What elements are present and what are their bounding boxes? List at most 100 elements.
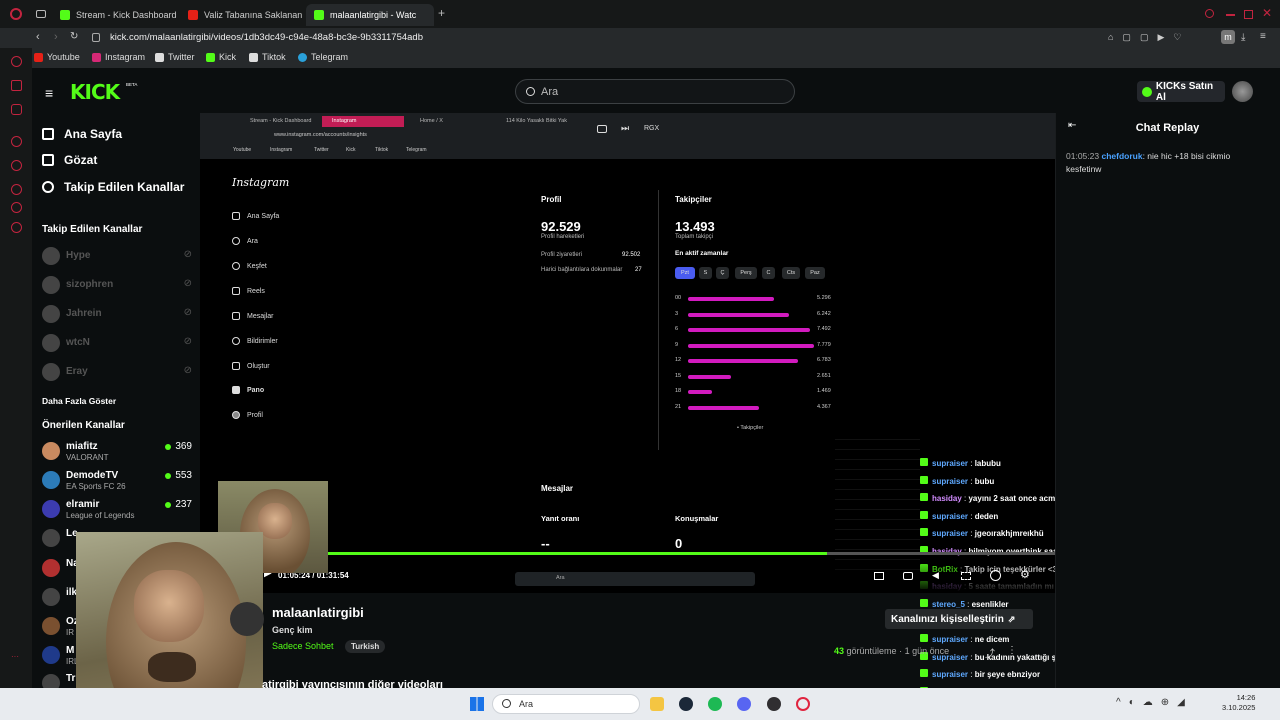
chat-collapse-icon[interactable]: ⇤	[1068, 120, 1076, 131]
bookmark-telegram[interactable]: Telegram	[298, 52, 348, 62]
ig-nav-notifications: Bildirimler	[232, 337, 278, 345]
kicks-buy-button[interactable]: KICKs Satın Al	[1137, 81, 1225, 103]
back-icon[interactable]: ‹	[36, 31, 40, 43]
discord-icon[interactable]	[737, 697, 751, 711]
hour-value-label: 7.779	[817, 341, 831, 348]
messenger-icon[interactable]	[11, 80, 22, 91]
volume-icon[interactable]: ◀	[932, 570, 939, 581]
followed-channel-sizophren[interactable]: sizophren ⊘	[42, 273, 192, 297]
more-sidebar-icon[interactable]: ···	[11, 652, 22, 663]
nav-home[interactable]: Ana Sayfa	[42, 127, 122, 141]
history-icon[interactable]	[11, 160, 22, 171]
hour-bar	[688, 297, 775, 301]
bookmark-twitter[interactable]: Twitter	[155, 52, 195, 62]
forward-icon[interactable]: ›	[54, 31, 58, 43]
youtube-icon	[34, 52, 43, 62]
player-icon[interactable]	[11, 136, 22, 147]
search-input[interactable]: Ara	[515, 79, 795, 104]
overlay-chat-message: supraiser : deden	[920, 510, 998, 521]
pip-icon[interactable]	[597, 125, 607, 133]
monkey-face	[134, 570, 204, 642]
tab-kick-dashboard[interactable]: Stream - Kick Dashboard	[52, 4, 180, 26]
followed-channel-hype[interactable]: Hype ⊘	[42, 244, 192, 268]
show-more-link[interactable]: Daha Fazla Göster	[42, 396, 116, 406]
profile-avatar-icon[interactable]: m	[1221, 30, 1235, 44]
streamer-name[interactable]: malaanlatirgibi	[272, 605, 364, 620]
settings-gear-icon[interactable]: ⚙	[1020, 568, 1030, 581]
viewer-number: 553	[175, 470, 192, 481]
tab-kick-watch[interactable]: malaanlatirgibi - Watc	[306, 4, 434, 26]
followed-channel-wtcn[interactable]: wtcN ⊘	[42, 331, 192, 355]
downloads-icon[interactable]: ⤓	[1241, 32, 1245, 43]
kicks-coin-icon	[1142, 86, 1152, 97]
taskbar-clock[interactable]: 14:26 3.10.2025	[1222, 693, 1255, 713]
more-options-icon[interactable]: ⋮	[1007, 645, 1017, 656]
windows-start-icon[interactable]	[470, 697, 484, 711]
inner-tab: 114 Kilo Yasaklı Bitki Yak	[506, 118, 567, 124]
theater-mode-icon[interactable]	[874, 572, 884, 580]
customize-channel-button[interactable]: Kanalınızı kişiselleştirin ⇗	[885, 609, 1033, 629]
chat-header: Chat Replay	[1055, 113, 1280, 143]
viewer-number: 369	[175, 441, 192, 452]
followed-channel-eray[interactable]: Eray ⊘	[42, 360, 192, 384]
ig-nav-home: Ana Sayfa	[232, 212, 279, 220]
close-window-button[interactable]: ✕	[1262, 6, 1272, 20]
obs-icon[interactable]	[767, 697, 781, 711]
hamburger-menu-icon[interactable]: ≡	[45, 85, 53, 101]
spotify-icon[interactable]	[708, 697, 722, 711]
live-dot-icon	[165, 443, 172, 450]
taskbar-search[interactable]: Ara	[492, 694, 640, 714]
skip-icon[interactable]: ⏭	[621, 123, 629, 134]
offline-icon: ⊘	[183, 278, 192, 289]
tab-youtube-video[interactable]: Valiz Tabanına Saklanan	[180, 4, 304, 26]
kick-logo[interactable]: KICK	[70, 80, 120, 104]
recommended-channel[interactable]: DemodeTV EA Sports FC 26 553	[42, 468, 192, 492]
overlay-chat-user: hasiday	[932, 494, 962, 504]
maximize-button[interactable]	[1244, 10, 1253, 19]
security-icon[interactable]	[92, 33, 100, 42]
extensions-icons[interactable]: ⌂▢▢▶♡	[1108, 32, 1190, 43]
recommended-channel[interactable]: elramir League of Legends 237	[42, 497, 192, 521]
search-icon	[232, 237, 240, 245]
instagram-sidebar-icon[interactable]	[11, 104, 22, 115]
settings-icon[interactable]	[11, 222, 22, 233]
chat-username[interactable]: chefdoruk	[1101, 151, 1142, 161]
stream-tag[interactable]: Turkish	[345, 640, 386, 653]
file-explorer-icon[interactable]	[650, 697, 664, 711]
taskbar-search-icon	[502, 699, 511, 708]
speed-icon[interactable]	[990, 570, 1001, 581]
extensions-sidebar-icon[interactable]	[11, 202, 22, 213]
new-tab-button[interactable]: +	[438, 6, 445, 20]
followed-channel-jahrein[interactable]: Jahrein ⊘	[42, 302, 192, 326]
reload-icon[interactable]: ↻	[70, 31, 78, 42]
stream-category[interactable]: Sadece Sohbet	[272, 641, 334, 651]
opera-logo-icon[interactable]	[10, 8, 22, 20]
inner-taskbar-search: Ara	[556, 575, 565, 581]
monkey-face	[258, 503, 292, 539]
menu-icon[interactable]: ≡	[1260, 31, 1266, 42]
steam-icon[interactable]	[679, 697, 693, 711]
share-icon[interactable]: ⤴	[985, 645, 995, 660]
hour-value-label: 1.469	[817, 388, 831, 394]
bookmark-tiktok[interactable]: Tiktok	[249, 52, 286, 62]
opera-gx-icon[interactable]	[796, 697, 810, 711]
user-avatar[interactable]	[1232, 81, 1253, 102]
minimize-button[interactable]	[1226, 14, 1235, 16]
fullscreen-icon[interactable]	[961, 572, 971, 580]
telegram-icon	[298, 52, 307, 62]
bookmark-youtube[interactable]: Youtube	[34, 52, 80, 62]
streamer-avatar[interactable]	[230, 602, 264, 636]
bookmark-instagram[interactable]: Instagram	[92, 52, 145, 62]
bookmark-kick[interactable]: Kick	[206, 52, 236, 62]
url-field[interactable]: kick.com/malaanlatirgibi/videos/1db3dc49…	[110, 32, 423, 43]
clip-icon[interactable]	[903, 572, 913, 580]
aria-icon[interactable]	[11, 56, 22, 67]
search-tabs-icon[interactable]	[1205, 9, 1214, 18]
system-tray-icons[interactable]: ^◐☁⊕◢	[1116, 697, 1193, 708]
nav-browse[interactable]: Gözat	[42, 153, 97, 167]
inner-url: www.instagram.com/accounts/insights	[274, 132, 367, 138]
recommended-channel[interactable]: miafitz VALORANT 369	[42, 439, 192, 463]
tab-overview-icon[interactable]	[36, 10, 46, 18]
nav-following[interactable]: Takip Edilen Kanallar	[42, 180, 184, 194]
bookmarks-sidebar-icon[interactable]	[11, 184, 22, 195]
